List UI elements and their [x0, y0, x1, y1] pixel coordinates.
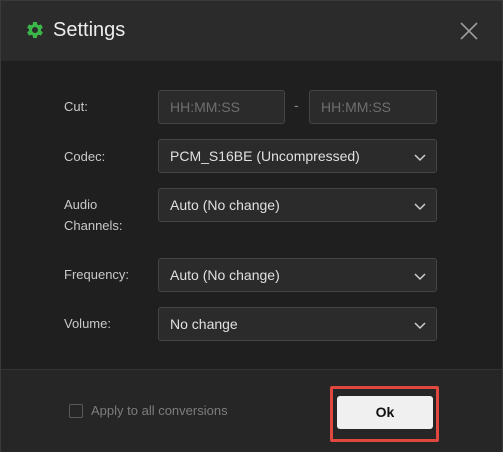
cut-label: Cut: — [64, 99, 88, 114]
frequency-select[interactable]: Auto (No change) — [158, 258, 437, 292]
apply-all-label[interactable]: Apply to all conversions — [91, 401, 228, 421]
gear-icon — [27, 21, 43, 38]
frequency-label: Frequency: — [64, 267, 130, 282]
codec-value: PCM_S16BE (Uncompressed) — [170, 148, 360, 164]
volume-label: Volume: — [64, 316, 111, 331]
audio-channels-select[interactable]: Auto (No change) — [158, 188, 437, 222]
chevron-down-icon — [414, 322, 426, 330]
close-icon[interactable] — [457, 19, 481, 43]
cut-end-input[interactable] — [309, 90, 437, 124]
ok-button[interactable]: Ok — [337, 396, 433, 429]
volume-select[interactable]: No change — [158, 307, 437, 341]
apply-all-checkbox[interactable] — [69, 404, 83, 418]
chevron-down-icon — [414, 203, 426, 211]
codec-select[interactable]: PCM_S16BE (Uncompressed) — [158, 139, 437, 173]
cut-separator: - — [294, 97, 299, 113]
volume-value: No change — [170, 316, 238, 332]
dialog-title: Settings — [53, 19, 126, 41]
audio-channels-value: Auto (No change) — [170, 197, 280, 213]
chevron-down-icon — [414, 154, 426, 162]
audio-channels-label-line1: Audio — [64, 197, 98, 212]
title-bar: Settings — [1, 1, 502, 61]
settings-form: Cut: - Codec: PCM_S16BE (Uncompressed) A… — [1, 61, 502, 369]
frequency-value: Auto (No change) — [170, 267, 280, 283]
cut-start-input[interactable] — [158, 90, 285, 124]
chevron-down-icon — [414, 273, 426, 281]
codec-label: Codec: — [64, 149, 106, 164]
settings-dialog: Settings Cut: - Codec: PCM_S16BE (Uncomp… — [0, 0, 503, 452]
audio-channels-label-line2: Channels: — [64, 218, 123, 233]
dialog-footer: Apply to all conversions Ok — [1, 369, 502, 452]
